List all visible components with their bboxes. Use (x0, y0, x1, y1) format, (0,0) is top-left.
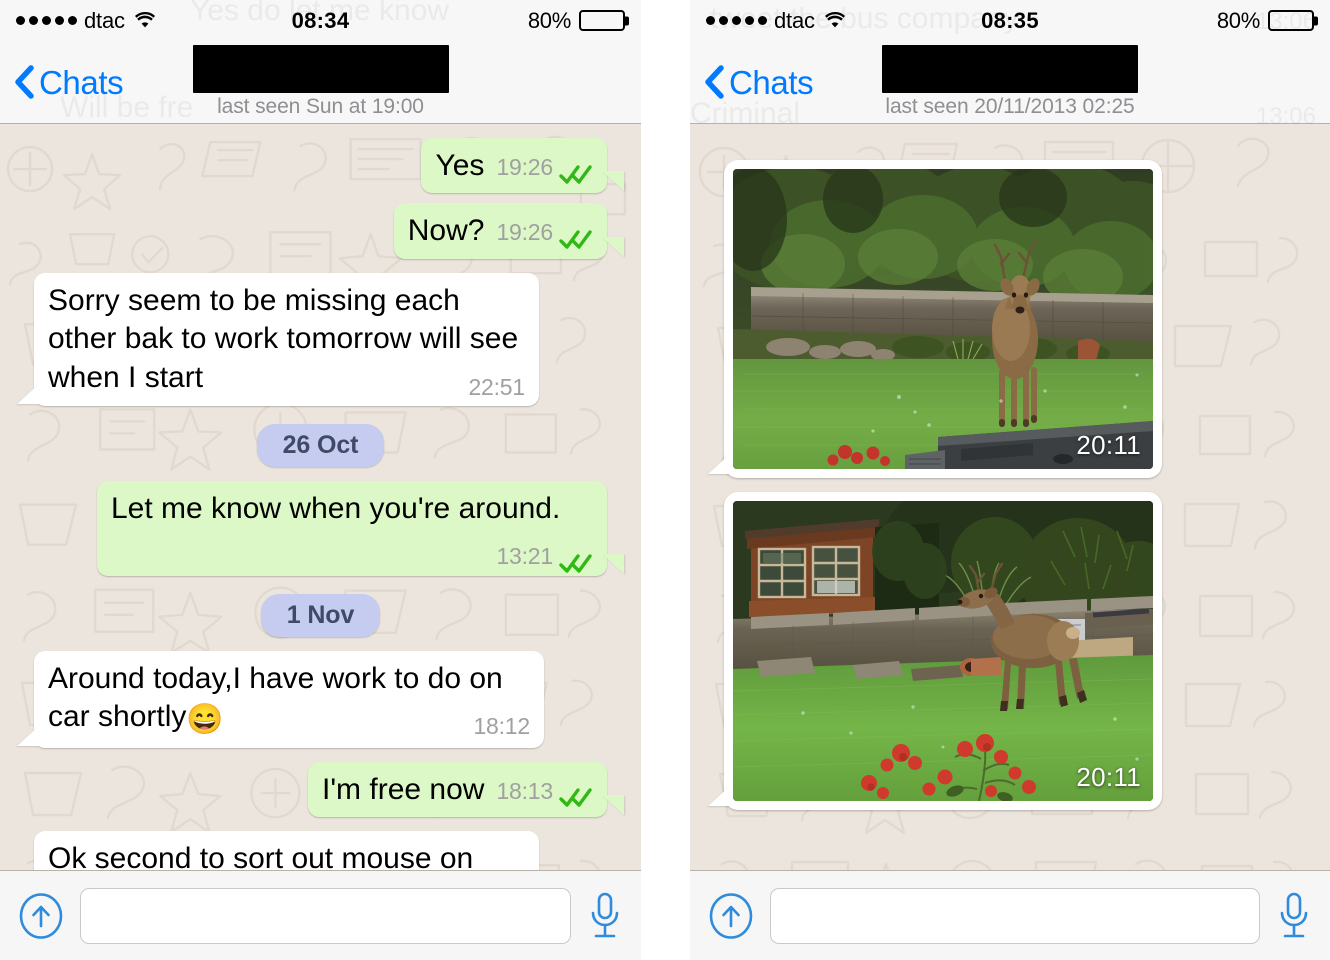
message-time: 22:51 (468, 373, 525, 400)
date-separator-row: 1 Nov (12, 593, 629, 637)
panel-gutter (641, 0, 690, 960)
battery-percent-label: 80% (527, 7, 571, 33)
ghost-text-artifact: Yes do let me know (190, 0, 450, 27)
date-separator-row: 26 Oct (12, 424, 629, 467)
message-time: 18:12 (473, 713, 530, 740)
photo-timestamp: 20:11 (1076, 762, 1141, 792)
message-text: I'm free now (321, 772, 485, 806)
carrier-label: dtac (84, 7, 125, 33)
message-row: Around today,I have work to do on car sh… (12, 650, 629, 748)
message-row: Now? 19:26 (12, 203, 629, 259)
microphone-icon[interactable] (587, 891, 623, 941)
message-time: 19:26 (496, 154, 553, 180)
arrow-up-circle-icon[interactable] (18, 892, 64, 939)
microphone-icon[interactable] (1276, 891, 1312, 941)
message-row: 20:11 (702, 492, 1318, 810)
message-input-field[interactable] (80, 887, 571, 944)
last-seen-label: last seen Sun at 19:00 (217, 95, 424, 118)
back-to-chats-button[interactable]: Chats (704, 63, 814, 101)
battery-percent-label: 80% (1216, 7, 1260, 33)
message-text: Let me know when you're around. (111, 492, 561, 525)
phone-screen-right: tweet the bus company 13:06 dtac 08:35 8… (690, 0, 1330, 960)
message-meta: 18:13 (496, 777, 593, 808)
photo-deer-profile-shed[interactable]: 20:11 (733, 501, 1153, 801)
message-text: Around today,I have work to do on car sh… (48, 661, 503, 734)
battery-icon (1268, 10, 1318, 31)
message-text: Now? (407, 214, 485, 248)
signal-strength-icon (706, 16, 767, 25)
message-meta: 18:12 (473, 712, 530, 741)
message-text: Sorry seem to be missing each other bak … (48, 283, 519, 394)
grinning-face-emoji: 😄 (186, 703, 224, 737)
chat-message-list[interactable]: 20:11 20:11 (690, 124, 1330, 870)
message-row: I'm free now 18:13 (12, 761, 629, 817)
message-time: 13:21 (496, 543, 553, 570)
screenshot-pair: Yes do let me know dtac 08:34 80% Will b… (0, 0, 1330, 960)
chat-bubble-incoming[interactable]: Ok second to sort out mouse on mac 18:14 (34, 831, 539, 870)
message-time: 18:13 (496, 777, 553, 804)
back-button-label: Chats (39, 63, 124, 101)
status-bar: Yes do let me know dtac 08:34 80% (0, 0, 641, 41)
chat-bubble-outgoing[interactable]: I'm free now 18:13 (307, 761, 607, 817)
chat-bubble-incoming[interactable]: Around today,I have work to do on car sh… (34, 650, 544, 748)
back-button-label: Chats (729, 63, 814, 101)
navigation-bar: Will be fre Chats last seen Sun at 19:00 (0, 41, 641, 124)
message-text: Ok second to sort out mouse on mac (48, 842, 474, 870)
photo-deer-facing-camera[interactable]: 20:11 (733, 169, 1153, 469)
chat-message-list[interactable]: Yes 19:26 Now? 19:26 Sorry seem to be mi… (0, 124, 641, 870)
battery-icon (579, 10, 629, 31)
double-check-icon (559, 222, 593, 249)
wifi-icon (824, 11, 846, 29)
carrier-label: dtac (774, 7, 815, 33)
chat-bubble-photo-incoming[interactable]: 20:11 (724, 492, 1162, 810)
wifi-icon (134, 11, 156, 29)
message-input-bar (690, 870, 1330, 960)
date-separator: 26 Oct (256, 424, 385, 467)
message-row: Let me know when you're around. 13:21 (12, 481, 629, 576)
double-check-icon (559, 546, 593, 573)
message-text: Yes (435, 149, 485, 182)
last-seen-label: last seen 20/11/2013 02:25 (885, 95, 1135, 118)
message-row: Ok second to sort out mouse on mac 18:14 (12, 831, 629, 870)
message-row: Yes 19:26 (12, 138, 629, 194)
status-bar: tweet the bus company 13:06 dtac 08:35 8… (690, 0, 1330, 41)
chevron-left-icon (14, 65, 34, 99)
chat-bubble-outgoing[interactable]: Let me know when you're around. 13:21 (97, 481, 607, 576)
chat-bubble-incoming[interactable]: Sorry seem to be missing each other bak … (34, 272, 539, 406)
message-row: 20:11 (702, 160, 1318, 478)
chevron-left-icon (704, 65, 724, 99)
contact-name-redacted (882, 45, 1138, 93)
chat-bubble-outgoing[interactable]: Yes 19:26 (421, 138, 607, 194)
chat-bubble-outgoing[interactable]: Now? 19:26 (393, 203, 607, 259)
back-to-chats-button[interactable]: Chats (14, 63, 124, 101)
photo-timestamp: 20:11 (1076, 430, 1141, 460)
message-meta: 13:21 (496, 542, 593, 573)
message-meta: 22:51 (468, 373, 525, 402)
message-time: 19:26 (496, 219, 553, 246)
message-meta: 19:26 (496, 218, 593, 249)
contact-name-redacted (192, 45, 449, 93)
status-bar-left: dtac (706, 8, 846, 34)
message-input-field[interactable] (770, 887, 1260, 944)
chat-bubble-photo-incoming[interactable]: 20:11 (724, 160, 1162, 478)
message-row: Sorry seem to be missing each other bak … (12, 272, 629, 406)
message-input-bar (0, 870, 641, 960)
phone-screen-left: Yes do let me know dtac 08:34 80% Will b… (0, 0, 641, 960)
double-check-icon (559, 780, 593, 808)
navigation-bar: Criminal 13:06 Chats last seen 20/11/201… (690, 41, 1330, 130)
status-bar-right: 80% (1216, 7, 1318, 34)
message-meta: 19:26 (496, 153, 593, 184)
status-bar-left: dtac (16, 8, 156, 34)
status-bar-right: 80% (527, 7, 629, 34)
date-separator: 1 Nov (260, 593, 381, 637)
signal-strength-icon (16, 16, 77, 25)
arrow-up-circle-icon[interactable] (708, 892, 754, 939)
double-check-icon (559, 157, 593, 184)
